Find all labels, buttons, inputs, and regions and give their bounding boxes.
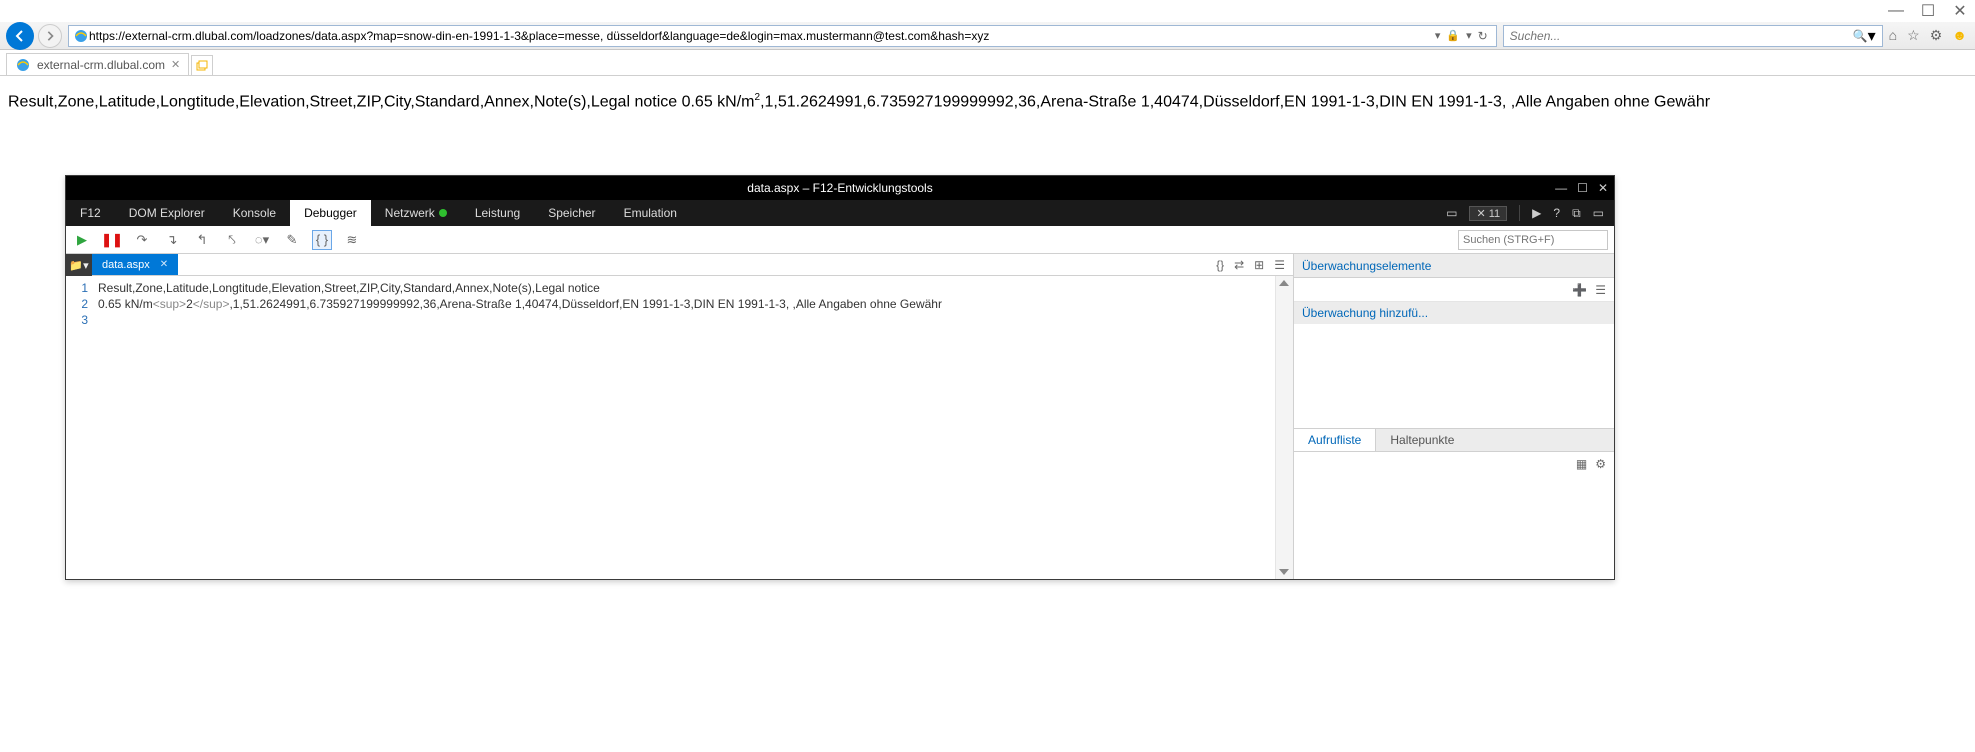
search-dropdown-icon[interactable]: ▾ (1868, 26, 1876, 46)
responsive-icon[interactable]: ▭ (1446, 206, 1457, 220)
nav-forward-button[interactable] (38, 24, 62, 48)
maximize-button[interactable]: ☐ (1921, 4, 1935, 18)
callstack-frame-icon[interactable]: ▦ (1576, 457, 1587, 471)
home-icon[interactable]: ⌂ (1889, 27, 1897, 44)
step-out-icon[interactable]: ↰ (192, 230, 212, 250)
network-record-icon (439, 209, 447, 217)
tab-strip: external-crm.dlubal.com ✕ (0, 50, 1975, 76)
url-dropdown-icon[interactable]: ▾ (1435, 29, 1441, 42)
tools-icon[interactable]: ⚙ (1930, 27, 1943, 44)
result-text-prefix: Result,Zone,Latitude,Longtitude,Elevatio… (8, 93, 755, 110)
devtools-minimize-icon[interactable]: — (1555, 181, 1567, 195)
line-gutter: 123 (66, 276, 94, 579)
page-body: Result,Zone,Latitude,Longtitude,Elevatio… (0, 76, 1975, 127)
watch-quick-icon[interactable]: ✎ (282, 230, 302, 250)
file-tab-data-aspx[interactable]: data.aspx ✕ (92, 254, 178, 275)
new-tab-icon (196, 60, 208, 72)
error-count-badge[interactable]: ✕ 11 (1469, 206, 1507, 221)
devtools-title: data.aspx – F12-Entwicklungstools (747, 181, 932, 195)
debugger-toolbar: ▶ ❚❚ ↷ ↴ ↰ ⤣ ◌▾ ✎ { } ≋ (66, 226, 1614, 254)
favorites-icon[interactable]: ☆ (1907, 27, 1920, 44)
watch-panel-header: Überwachungselemente (1294, 254, 1614, 278)
nav-back-button[interactable] (6, 22, 34, 50)
tab-performance[interactable]: Leistung (461, 200, 534, 226)
code-scrollbar[interactable] (1275, 276, 1293, 579)
tab-dom[interactable]: DOM Explorer (115, 200, 219, 226)
address-bar: ▾ 🔒 ▾ ↻ 🔍 ▾ ⌂ ☆ ⚙ ☻ (0, 22, 1975, 50)
debugger-search-input[interactable] (1458, 230, 1608, 250)
tab-console[interactable]: Konsole (219, 200, 290, 226)
step-over-icon[interactable]: ↷ (132, 230, 152, 250)
search-input[interactable] (1510, 29, 1853, 43)
feedback-icon[interactable]: ☻ (1952, 27, 1967, 44)
step-into-icon[interactable]: ↴ (162, 230, 182, 250)
devtools-close-icon[interactable]: ✕ (1598, 181, 1608, 195)
tab-debugger[interactable]: Debugger (290, 200, 371, 226)
play-icon[interactable]: ▶ (72, 230, 92, 250)
tab-memory[interactable]: Speicher (534, 200, 609, 226)
ie-icon (15, 57, 31, 73)
pretty-print-icon[interactable]: { } (312, 230, 332, 250)
result-text-suffix: ,1,51.2624991,6.735927199999992,36,Arena… (760, 93, 1710, 110)
break-new-worker-icon[interactable]: ⤣ (222, 230, 242, 250)
devtools-tabs: F12 DOM Explorer Konsole Debugger Netzwe… (66, 200, 1614, 226)
compare-icon[interactable]: ⇄ (1234, 258, 1244, 272)
word-wrap-icon[interactable]: ≋ (342, 230, 362, 250)
code-editor[interactable]: 123 Result,Zone,Latitude,Longtitude,Elev… (66, 276, 1293, 579)
devtools-maximize-icon[interactable]: ☐ (1577, 181, 1588, 195)
code-content: Result,Zone,Latitude,Longtitude,Elevatio… (94, 276, 1275, 579)
refresh-icon[interactable]: ↻ (1478, 29, 1488, 43)
file-picker-icon[interactable]: 📁▾ (66, 254, 92, 276)
dock-icon[interactable]: ▭ (1593, 206, 1604, 220)
file-tab-label: data.aspx (102, 259, 150, 271)
devtools-titlebar: data.aspx – F12-Entwicklungstools — ☐ ✕ (66, 176, 1614, 200)
search-field[interactable]: 🔍 ▾ (1503, 25, 1883, 47)
tab-title: external-crm.dlubal.com (37, 58, 165, 72)
pretty-icon[interactable]: {} (1216, 258, 1224, 272)
tab-emulation[interactable]: Emulation (610, 200, 691, 226)
exception-icon[interactable]: ◌▾ (252, 230, 272, 250)
search-icon[interactable]: 🔍 (1853, 29, 1868, 43)
tab-close-icon[interactable]: ✕ (171, 58, 180, 71)
file-options-icon[interactable]: ☰ (1274, 258, 1285, 272)
pin-icon[interactable]: ⧉ (1572, 206, 1581, 221)
tab-network[interactable]: Netzwerk (371, 200, 461, 226)
new-tab-button[interactable] (191, 55, 213, 75)
help-icon[interactable]: ? (1553, 206, 1560, 220)
callstack-options-icon[interactable]: ⚙ (1595, 457, 1606, 471)
add-watch-row[interactable]: Überwachung hinzufü... (1294, 302, 1614, 324)
lock-icon: 🔒 (1446, 29, 1460, 42)
console-toggle-icon[interactable]: ▶ (1532, 206, 1541, 220)
breakpoints-tab[interactable]: Haltepunkte (1376, 429, 1468, 451)
close-button[interactable]: ✕ (1953, 4, 1967, 18)
file-tab-close-icon[interactable]: ✕ (160, 259, 168, 270)
browser-tab[interactable]: external-crm.dlubal.com ✕ (6, 53, 189, 75)
add-watch-icon[interactable]: ➕ (1572, 283, 1587, 297)
url-dropdown2-icon[interactable]: ▾ (1466, 29, 1472, 42)
url-field[interactable]: ▾ 🔒 ▾ ↻ (68, 25, 1497, 47)
source-map-icon[interactable]: ⊞ (1254, 258, 1264, 272)
minimize-button[interactable]: — (1889, 4, 1903, 18)
pause-icon[interactable]: ❚❚ (102, 230, 122, 250)
callstack-tab[interactable]: Aufrufliste (1294, 429, 1376, 451)
tab-f12[interactable]: F12 (66, 200, 115, 226)
watch-list-icon[interactable]: ☰ (1595, 283, 1606, 297)
devtools-window: data.aspx – F12-Entwicklungstools — ☐ ✕ … (65, 175, 1615, 580)
url-input[interactable] (89, 29, 1435, 43)
ie-icon (73, 28, 89, 44)
